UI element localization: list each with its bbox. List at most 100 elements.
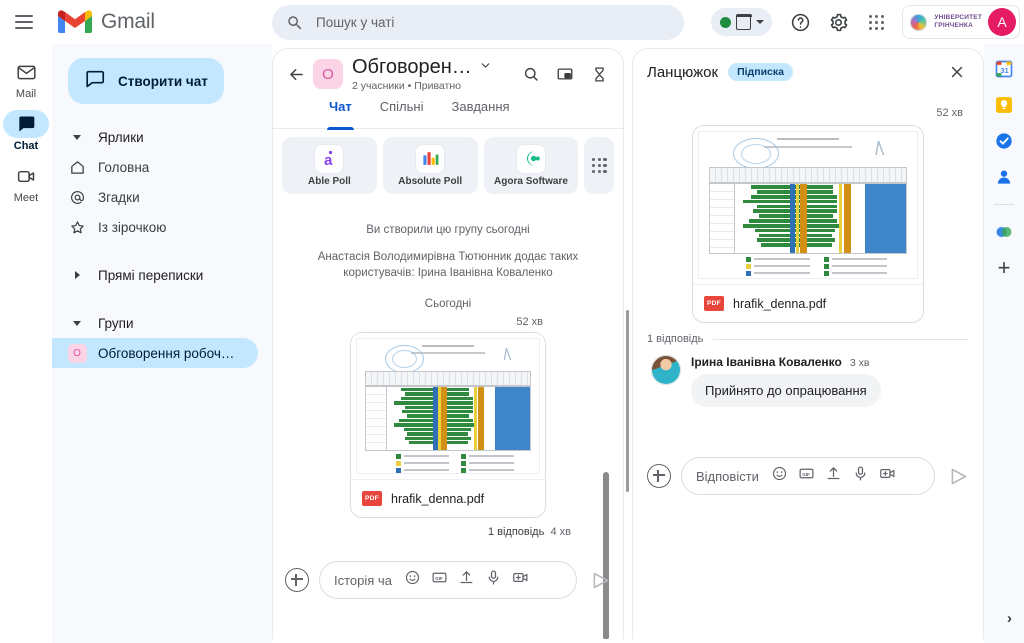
add-apps-button[interactable]: + bbox=[998, 257, 1011, 279]
sidebar-section-header-labels[interactable]: Ярлики bbox=[52, 122, 258, 152]
top-app-bar: Gmail Пошук у чаті УНІВЕРСИТЕТ ГРІНЧЕНКА… bbox=[0, 0, 1024, 44]
sidebar-item-group-discussion[interactable]: О Обговорення робочи… bbox=[52, 338, 258, 368]
svg-text:a: a bbox=[324, 152, 333, 168]
sidebar-item-mentions[interactable]: Згадки bbox=[52, 182, 258, 212]
message-timestamp: 52 хв bbox=[516, 316, 543, 329]
attachment-card[interactable]: PDF hrafik_denna.pdf bbox=[350, 332, 546, 519]
attachment-card[interactable]: PDF hrafik_denna.pdf bbox=[692, 125, 924, 323]
pdf-thumbnail bbox=[351, 333, 545, 480]
gmail-wordmark: Gmail bbox=[101, 10, 155, 33]
message-input[interactable]: Історія ча GIF bbox=[319, 561, 577, 599]
upload-icon[interactable] bbox=[458, 569, 475, 591]
subscribe-badge[interactable]: Підписка bbox=[728, 63, 793, 81]
reply-input[interactable]: Відповісти GIF bbox=[681, 457, 935, 495]
send-icon[interactable] bbox=[945, 463, 971, 489]
search-placeholder: Пошук у чаті bbox=[316, 15, 395, 30]
sidebar-item-starred[interactable]: Із зірочкою bbox=[52, 212, 258, 242]
tab-shared[interactable]: Спільні bbox=[368, 99, 436, 129]
message-composer: Історія ча GIF bbox=[273, 561, 623, 599]
chat-bubble-icon bbox=[84, 68, 106, 95]
rail-item-chat[interactable]: Chat bbox=[0, 110, 52, 160]
app-chip-label: Absolute Poll bbox=[398, 175, 463, 187]
app-chip-agora-software[interactable]: Agora Software bbox=[483, 137, 579, 194]
video-add-icon[interactable] bbox=[879, 465, 896, 487]
thread-side-panel: Ланцюжок Підписка 52 хв PDF hrafik_denna… bbox=[632, 48, 984, 639]
send-icon[interactable] bbox=[587, 567, 613, 593]
plus-circle-icon[interactable] bbox=[285, 568, 309, 592]
rail-item-mail[interactable]: Mail bbox=[0, 58, 52, 108]
addon-marketplace-icon[interactable] bbox=[993, 221, 1015, 243]
sidebar-section-groups: Групи О Обговорення робочи… bbox=[52, 308, 272, 368]
message-scrollbar[interactable] bbox=[603, 472, 609, 639]
caret-right-icon bbox=[66, 271, 88, 279]
sidebar-item-label: Обговорення робочи… bbox=[98, 345, 238, 361]
rail-item-meet[interactable]: Meet bbox=[0, 162, 52, 212]
gmail-brand[interactable]: Gmail bbox=[58, 9, 155, 35]
sidebar-section-direct-messages: Прямі переписки bbox=[52, 260, 272, 290]
sidebar-item-label: Згадки bbox=[98, 189, 140, 205]
emoji-icon[interactable] bbox=[771, 465, 788, 487]
help-icon[interactable] bbox=[782, 4, 818, 40]
reply-content: Ірина Іванівна Коваленко 3 хв Прийнято д… bbox=[691, 355, 969, 407]
chevron-right-icon[interactable]: › bbox=[1007, 610, 1012, 627]
plus-circle-icon[interactable] bbox=[647, 464, 671, 488]
apps-grid-icon[interactable] bbox=[584, 137, 615, 194]
hourglass-icon[interactable] bbox=[583, 58, 615, 90]
upload-icon[interactable] bbox=[825, 465, 842, 487]
pdf-thumbnail bbox=[693, 126, 923, 284]
app-chip-label: Able Poll bbox=[308, 175, 351, 187]
account-chip[interactable]: УНІВЕРСИТЕТ ГРІНЧЕНКА A bbox=[902, 5, 1020, 39]
search-input[interactable]: Пошук у чаті bbox=[272, 5, 684, 40]
back-arrow-icon[interactable] bbox=[283, 61, 309, 87]
settings-gear-icon[interactable] bbox=[820, 4, 856, 40]
picture-in-picture-icon[interactable] bbox=[549, 58, 581, 90]
microphone-icon[interactable] bbox=[485, 569, 502, 591]
gif-icon[interactable]: GIF bbox=[431, 569, 448, 591]
status-availability-button[interactable] bbox=[711, 8, 773, 36]
microphone-icon[interactable] bbox=[852, 465, 869, 487]
search-icon[interactable] bbox=[515, 58, 547, 90]
avatar[interactable] bbox=[651, 355, 681, 385]
video-add-icon[interactable] bbox=[512, 569, 529, 591]
google-tasks-icon[interactable] bbox=[993, 130, 1015, 152]
caret-down-icon bbox=[66, 134, 88, 140]
google-contacts-icon[interactable] bbox=[993, 166, 1015, 188]
apps-grid-icon[interactable] bbox=[858, 4, 894, 40]
group-avatar-initial: О bbox=[67, 343, 87, 363]
svg-text:GIF: GIF bbox=[435, 576, 443, 581]
search-icon bbox=[286, 14, 304, 32]
gif-icon[interactable]: GIF bbox=[798, 465, 815, 487]
home-icon bbox=[66, 159, 88, 176]
system-message: Анастасія Володимирівна Тютюнник додає т… bbox=[317, 250, 579, 280]
sidebar-section-header-direct[interactable]: Прямі переписки bbox=[52, 260, 258, 290]
sidebar-section-header-groups[interactable]: Групи bbox=[52, 308, 258, 338]
google-calendar-icon[interactable]: 31 bbox=[993, 58, 1015, 80]
conversation-header-actions bbox=[515, 58, 615, 90]
app-chip-able-poll[interactable]: a Able Poll bbox=[282, 137, 377, 194]
chevron-down-icon[interactable] bbox=[479, 59, 492, 77]
thread-message-timestamp: 52 хв bbox=[936, 107, 963, 119]
avatar[interactable]: A bbox=[988, 8, 1016, 36]
conversation-avatar: О bbox=[313, 59, 343, 89]
google-keep-icon[interactable] bbox=[993, 94, 1015, 116]
replies-divider: 1 відповідь bbox=[647, 333, 969, 345]
app-chip-absolute-poll[interactable]: Absolute Poll bbox=[382, 137, 478, 194]
create-chat-button[interactable]: Створити чат bbox=[68, 58, 224, 104]
thread-reply-summary[interactable]: 1 відповідь 4 хв bbox=[287, 526, 609, 538]
org-line-1: УНІВЕРСИТЕТ bbox=[934, 13, 982, 21]
system-message: Ви створили цю групу сьогодні bbox=[366, 224, 530, 236]
composer-icons: GIF bbox=[404, 569, 529, 591]
hamburger-menu-icon[interactable] bbox=[4, 2, 44, 42]
emoji-icon[interactable] bbox=[404, 569, 421, 591]
chat-conversation-panel: О Обговорен… 2 учасники • Приватно Чат С… bbox=[272, 48, 624, 639]
sidebar-item-home[interactable]: Головна bbox=[52, 152, 258, 182]
organization-name: УНІВЕРСИТЕТ ГРІНЧЕНКА bbox=[934, 14, 982, 30]
absolute-poll-icon bbox=[416, 144, 445, 173]
panel-scrollbar[interactable] bbox=[626, 310, 629, 492]
sidebar-item-label: Із зірочкою bbox=[98, 219, 167, 235]
green-status-dot bbox=[720, 16, 732, 28]
org-line-2: ГРІНЧЕНКА bbox=[934, 22, 973, 29]
tab-tasks[interactable]: Завдання bbox=[439, 99, 521, 129]
close-icon[interactable] bbox=[939, 54, 975, 90]
tab-chat[interactable]: Чат bbox=[317, 99, 364, 130]
